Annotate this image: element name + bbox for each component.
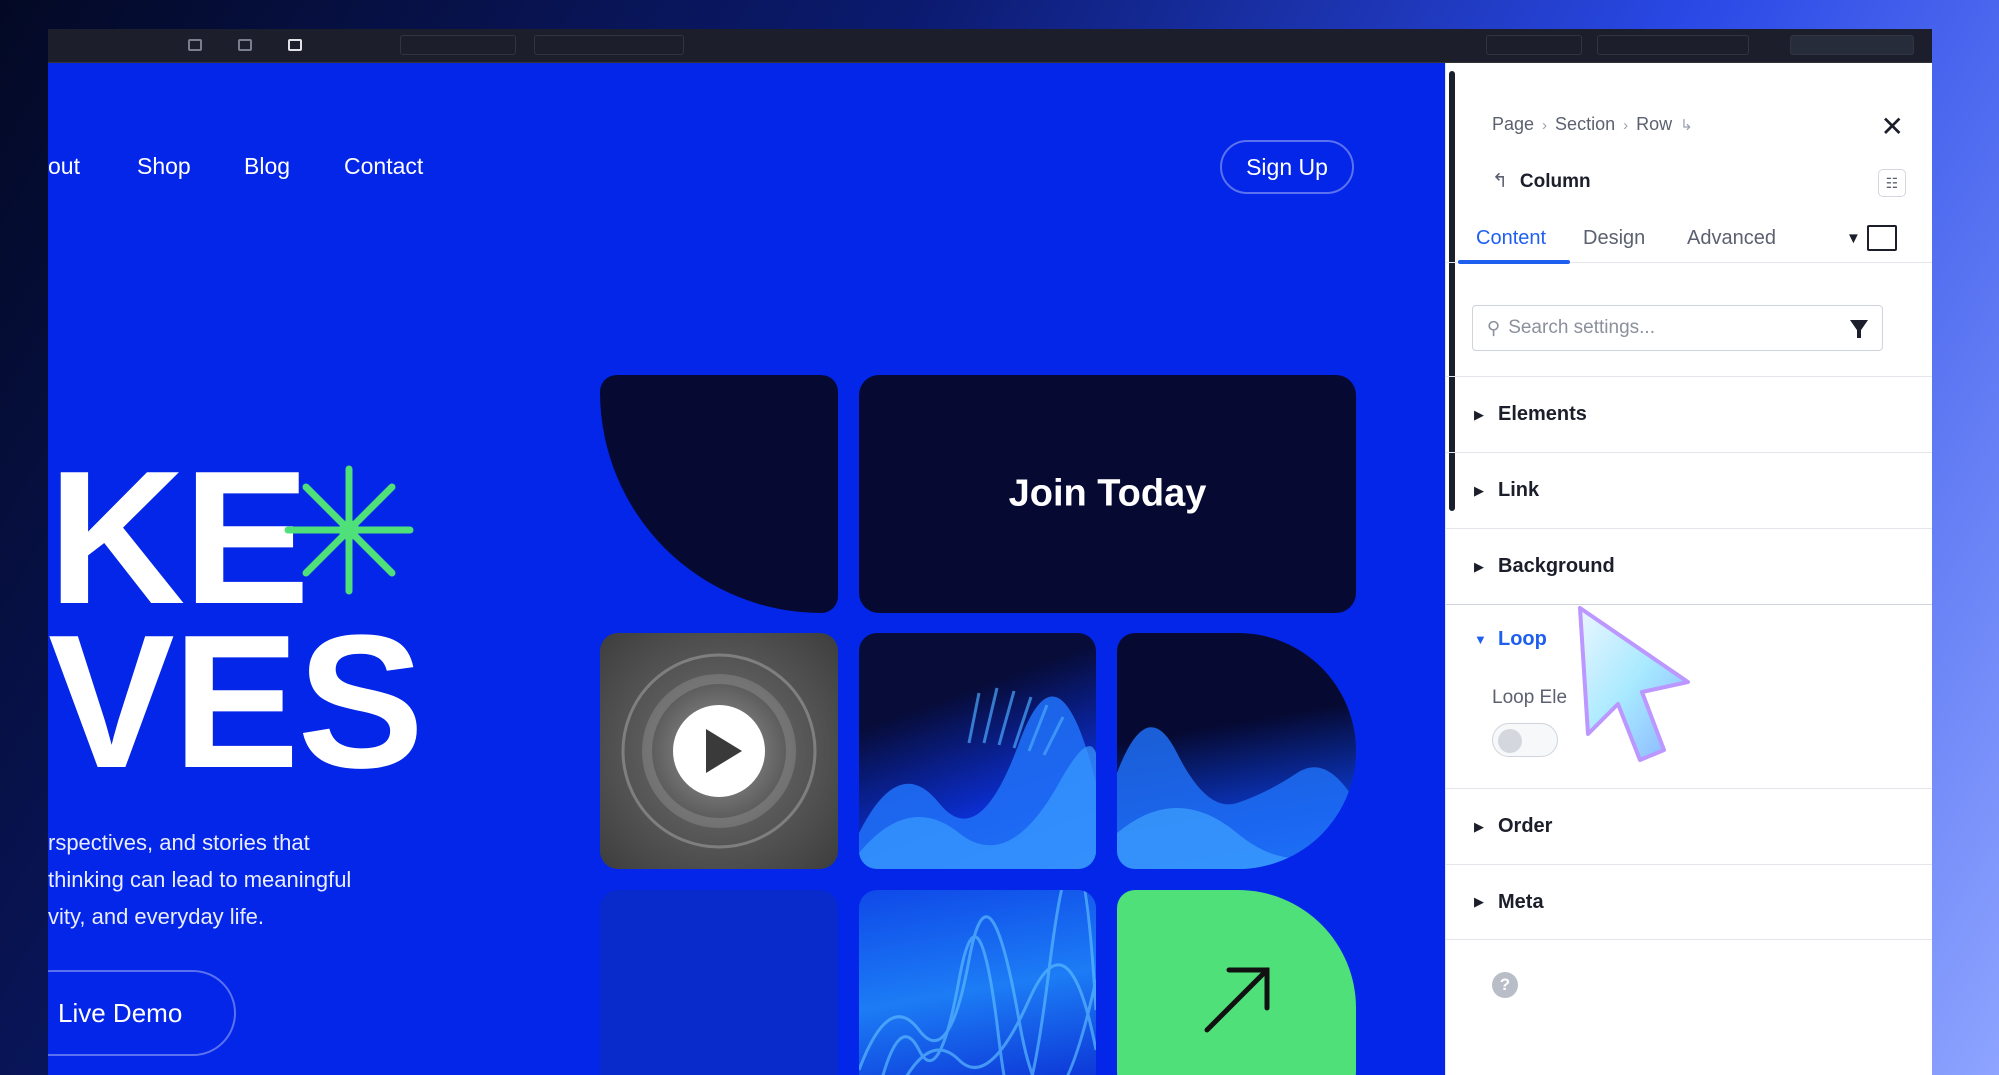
- tablet-view-icon[interactable]: [238, 39, 252, 51]
- chevron-right-icon: ›: [1623, 117, 1629, 134]
- panel-tabs: Content Design Advanced ▼: [1446, 213, 1932, 264]
- back-arrow-icon[interactable]: ↰: [1492, 171, 1508, 192]
- filter-icon[interactable]: [1850, 320, 1868, 338]
- wave-art-image: [1117, 727, 1356, 869]
- page-canvas[interactable]: out Shop Blog Contact Sign Up KE VES rsp…: [48, 63, 1445, 1075]
- return-arrow-icon: ↳: [1680, 117, 1693, 134]
- abstract-art-tile: [859, 633, 1096, 869]
- section-label: Elements: [1498, 403, 1587, 425]
- section-label: Link: [1498, 479, 1540, 501]
- hero-heading-line-2: VES: [48, 596, 424, 808]
- tab-advanced[interactable]: Advanced: [1687, 227, 1776, 250]
- breadcrumb-page[interactable]: Page: [1492, 114, 1534, 134]
- search-input[interactable]: ⚲ Search settings...: [1472, 305, 1883, 351]
- caret-down-icon: ▼: [1474, 632, 1487, 647]
- section-label: Loop: [1498, 628, 1547, 650]
- hero-paragraph-line: thinking can lead to meaningful: [48, 867, 352, 892]
- toolbar-control[interactable]: [1486, 35, 1582, 55]
- element-title: ↰ Column: [1492, 170, 1591, 193]
- toolbar-control[interactable]: [534, 35, 684, 55]
- hero-paragraph-line: vity, and everyday life.: [48, 904, 265, 929]
- settings-panel: Page › Section › Row ↳ ✕ ↰ Column ☷ Content De…: [1445, 63, 1932, 1075]
- toolbar-control[interactable]: [400, 35, 516, 55]
- loop-toggle[interactable]: [1492, 723, 1558, 757]
- nav-link-shop[interactable]: Shop: [137, 153, 191, 180]
- breadcrumb: Page › Section › Row ↳: [1492, 114, 1701, 135]
- help-icon[interactable]: ?: [1492, 972, 1518, 998]
- join-today-card[interactable]: Join Today: [859, 375, 1356, 613]
- live-demo-button[interactable]: Live Demo: [48, 970, 236, 1056]
- preview-button[interactable]: [1597, 35, 1749, 55]
- play-icon[interactable]: [600, 633, 838, 869]
- arrow-cta-tile[interactable]: [1117, 890, 1356, 1075]
- element-title-label: Column: [1519, 171, 1591, 192]
- active-tab-indicator: [1458, 260, 1570, 264]
- editor-toolbar: [48, 29, 1932, 63]
- search-icon: ⚲: [1487, 317, 1501, 338]
- wave-art-image: [859, 687, 1096, 869]
- desktop-view-icon[interactable]: [188, 39, 202, 51]
- nav-link-blog[interactable]: Blog: [244, 153, 290, 180]
- wave-art-image: [859, 890, 1096, 1075]
- abstract-art-tile: [859, 890, 1096, 1075]
- responsive-view-icon[interactable]: [1867, 225, 1897, 251]
- caret-right-icon: ▶: [1474, 818, 1484, 834]
- mouse-cursor-icon: [1578, 606, 1690, 762]
- chevron-right-icon: ›: [1542, 117, 1548, 134]
- sparkle-star-icon: [284, 465, 414, 595]
- placeholder-tile: [600, 890, 838, 1075]
- caret-right-icon: ▶: [1474, 558, 1484, 574]
- arrow-up-right-icon: [1204, 967, 1270, 1033]
- nav-link-about[interactable]: out: [48, 153, 80, 180]
- section-label: Background: [1498, 555, 1615, 577]
- breadcrumb-section[interactable]: Section: [1555, 114, 1615, 134]
- app-window: out Shop Blog Contact Sign Up KE VES rsp…: [48, 29, 1932, 1075]
- section-meta[interactable]: ▶ Meta: [1446, 864, 1932, 940]
- shape-tile: [600, 375, 838, 613]
- search-placeholder: Search settings...: [1508, 317, 1655, 338]
- section-order[interactable]: ▶ Order: [1446, 788, 1932, 864]
- section-link[interactable]: ▶ Link: [1446, 452, 1932, 528]
- tab-content[interactable]: Content: [1476, 227, 1546, 250]
- save-button[interactable]: [1790, 35, 1914, 55]
- breadcrumb-row[interactable]: Row: [1636, 114, 1672, 134]
- section-label: Order: [1498, 815, 1553, 837]
- caret-right-icon: ▶: [1474, 482, 1484, 498]
- section-label: Meta: [1498, 890, 1544, 913]
- section-elements[interactable]: ▶ Elements: [1446, 376, 1932, 452]
- join-today-label: Join Today: [1008, 472, 1207, 515]
- tab-design[interactable]: Design: [1583, 227, 1645, 250]
- mobile-view-icon[interactable]: [288, 39, 302, 51]
- section-background[interactable]: ▶ Background: [1446, 528, 1932, 604]
- abstract-art-tile: [1117, 633, 1356, 869]
- caret-down-icon[interactable]: ▼: [1846, 230, 1861, 247]
- close-icon[interactable]: ✕: [1881, 113, 1904, 141]
- toggle-knob: [1498, 729, 1522, 753]
- options-icon[interactable]: ☷: [1878, 169, 1906, 197]
- caret-right-icon: ▶: [1474, 894, 1484, 909]
- video-tile[interactable]: [600, 633, 838, 869]
- loop-field-label: Loop Ele: [1492, 687, 1568, 708]
- nav-link-contact[interactable]: Contact: [344, 153, 423, 180]
- hero-paragraph-line: rspectives, and stories that: [48, 830, 310, 855]
- sign-up-button[interactable]: Sign Up: [1220, 140, 1354, 194]
- caret-right-icon: ▶: [1474, 406, 1484, 422]
